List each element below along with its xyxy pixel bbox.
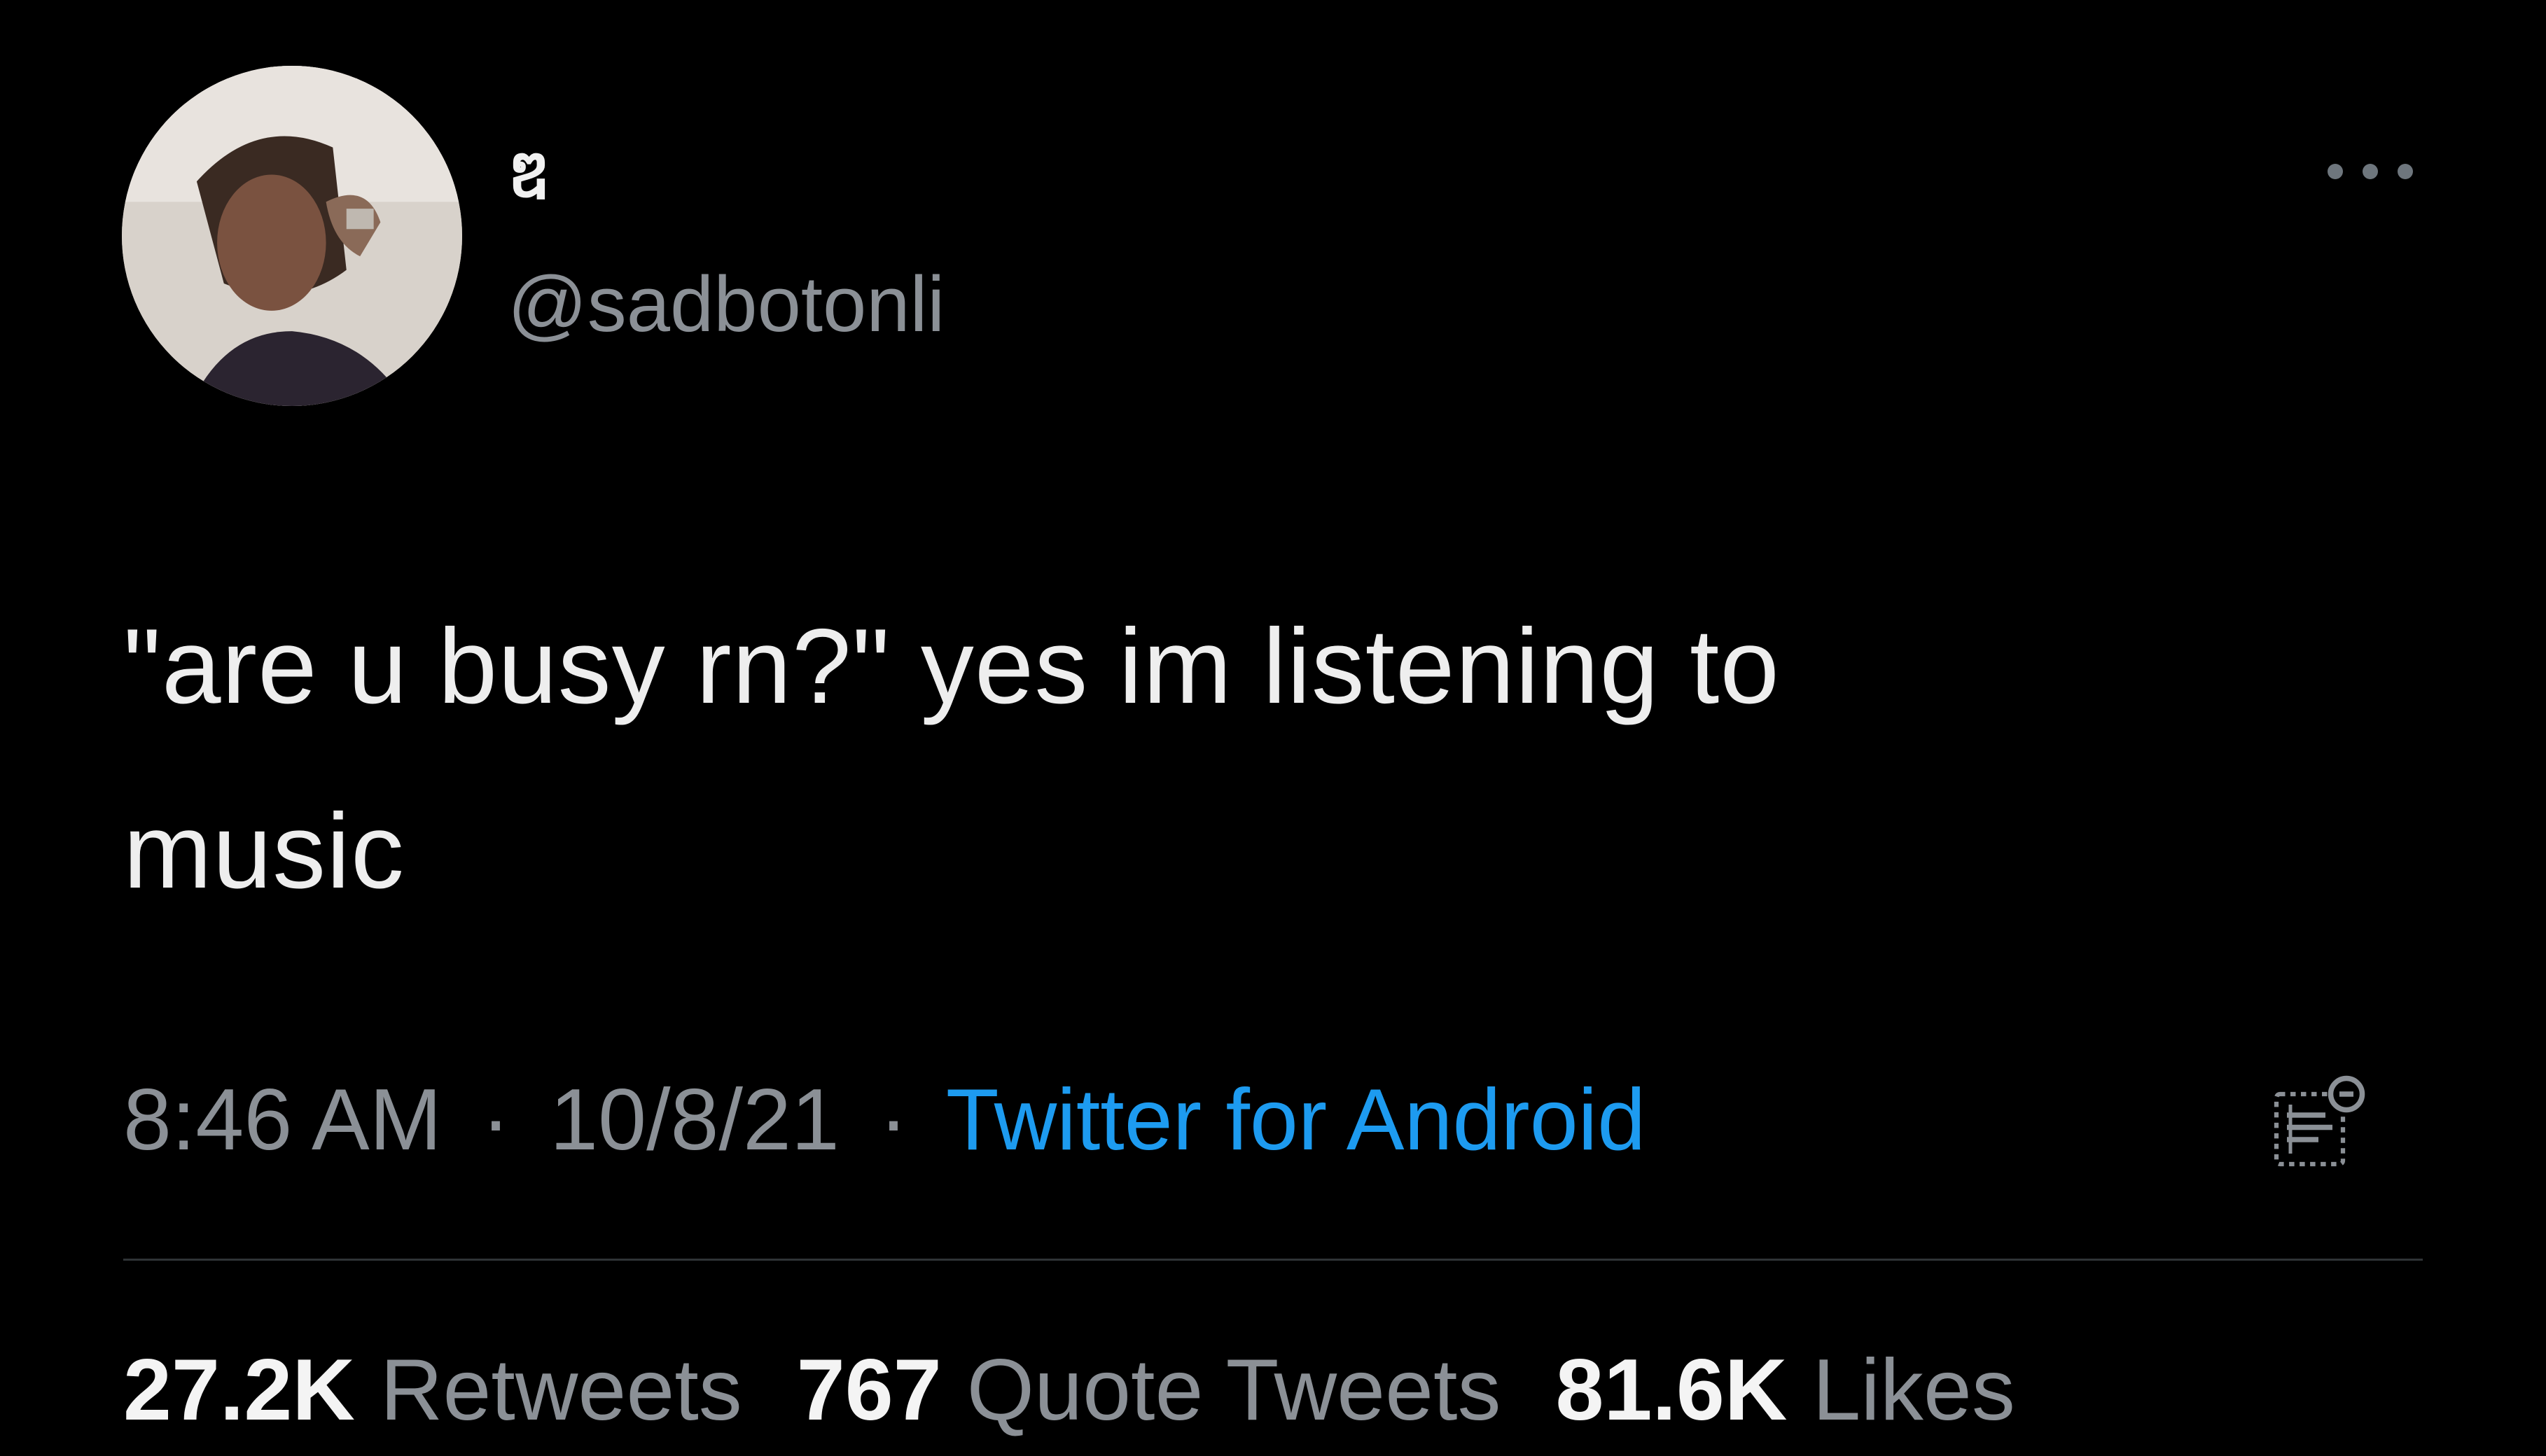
tweet-text: "are u busy rn?" yes im listening to mus… bbox=[123, 574, 2350, 944]
likes-label: Likes bbox=[1812, 1342, 2015, 1438]
tweet-time[interactable]: 8:46 AM bbox=[123, 1072, 442, 1168]
more-options-button[interactable] bbox=[2318, 147, 2423, 196]
quote-tweets-count: 767 bbox=[796, 1342, 942, 1438]
meta-separator: · bbox=[879, 1072, 908, 1168]
tweet-stats: 27.2K Retweets 767 Quote Tweets 81.6K Li… bbox=[123, 1334, 2070, 1446]
quote-tweets-stat[interactable]: 767 Quote Tweets bbox=[797, 1334, 1501, 1446]
tweet-source-link[interactable]: Twitter for Android bbox=[946, 1072, 1646, 1168]
more-options-icon bbox=[2328, 164, 2413, 179]
likes-count: 81.6K bbox=[1555, 1342, 1788, 1438]
tweet-text-line: "are u busy rn?" yes im listening to bbox=[123, 607, 1780, 726]
meta-separator: · bbox=[481, 1072, 510, 1168]
tweet-analytics-icon bbox=[2274, 1075, 2365, 1167]
tweet-text-line: music bbox=[123, 792, 405, 911]
quote-tweets-label: Quote Tweets bbox=[966, 1342, 1501, 1438]
avatar-photo bbox=[122, 66, 462, 406]
tweet-date[interactable]: 10/8/21 bbox=[550, 1072, 840, 1168]
retweets-stat[interactable]: 27.2K Retweets bbox=[123, 1334, 742, 1446]
divider bbox=[123, 1259, 2423, 1261]
retweets-count: 27.2K bbox=[123, 1342, 355, 1438]
likes-stat[interactable]: 81.6K Likes bbox=[1556, 1334, 2015, 1446]
tweet-detail: ឌ @sadbotonli "are u busy rn?" yes im li… bbox=[0, 0, 2546, 1456]
tweet-analytics-button[interactable] bbox=[2266, 1070, 2378, 1182]
retweets-label: Retweets bbox=[380, 1342, 742, 1438]
author-display-name[interactable]: ឌ bbox=[508, 132, 550, 216]
tweet-meta: 8:46 AM · 10/8/21 · Twitter for Android bbox=[123, 1064, 1646, 1176]
avatar[interactable] bbox=[122, 66, 462, 406]
author-handle[interactable]: @sadbotonli bbox=[508, 255, 945, 354]
